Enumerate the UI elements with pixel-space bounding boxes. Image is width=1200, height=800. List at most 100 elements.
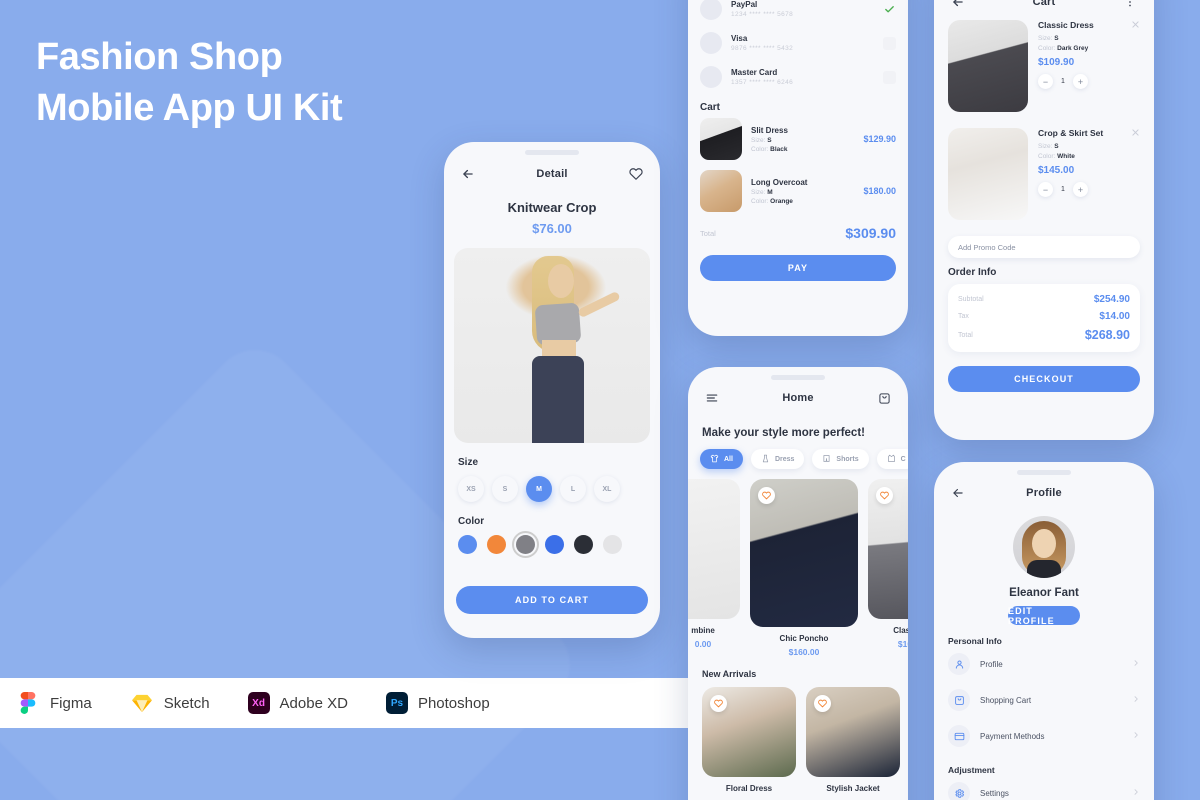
total-value: $309.90 [845,225,896,241]
paypal-icon [700,0,722,20]
arrow-left-icon[interactable] [948,483,968,503]
item-color: Dark Grey [1057,45,1089,52]
profile-list-item-settings[interactable]: Settings [934,775,1154,800]
favorite-heart-icon[interactable] [876,487,893,504]
payment-method-row[interactable]: PayPal 1234 **** **** 5678 [688,0,908,26]
product-image [688,479,740,619]
item-color-label: Color: [751,145,769,153]
increase-quantity-button[interactable]: + [1073,182,1088,197]
profile-list-item-shopping-cart[interactable]: Shopping Cart [934,682,1154,718]
quantity-stepper: − 1 + [1038,182,1140,197]
product-name: Classi [893,626,908,635]
user-icon [948,653,970,675]
item-price: $129.90 [863,134,896,144]
arrow-left-icon[interactable] [948,0,968,12]
tshirt-icon [710,454,719,465]
order-row-label: Tax [958,313,969,320]
hamburger-menu-icon[interactable] [702,388,722,408]
item-price: $145.00 [1038,165,1075,176]
heart-icon[interactable] [626,164,646,184]
favorite-heart-icon[interactable] [758,487,775,504]
payment-method-name: PayPal [731,0,758,9]
color-swatch-lightgrey[interactable] [603,535,622,554]
color-swatch-black[interactable] [574,535,593,554]
payment-method-row[interactable]: Visa 9876 **** **** 5432 [688,26,908,60]
profile-list-item-profile[interactable]: Profile [934,646,1154,682]
page-title: Profile [1026,487,1062,499]
product-card[interactable]: Chic Poncho $160.00 [750,479,858,657]
product-name: Stylish Jacket [826,784,880,793]
dress-icon [761,454,770,465]
more-vertical-icon[interactable] [1120,0,1140,12]
cart-line-item: Slit Dress Size: S Color: Black $129.90 [688,113,908,165]
home-headline: Make your style more perfect! [702,427,865,439]
size-option-xl[interactable]: XL [594,476,620,502]
product-image [806,687,900,777]
order-row-value: $14.00 [1099,311,1130,322]
close-icon[interactable] [1131,20,1140,32]
chevron-right-icon [1132,731,1140,741]
category-chip-dress[interactable]: Dress [750,449,805,469]
mastercard-icon [700,66,722,88]
cart-header: Cart [934,0,1154,12]
add-to-cart-button[interactable]: ADD TO CART [456,586,648,614]
product-card[interactable]: Stylish Jacket [806,687,900,793]
edit-profile-button[interactable]: EDIT PROFILE [1008,606,1080,626]
favorite-heart-icon[interactable] [710,695,727,712]
color-swatch-orange[interactable] [487,535,506,554]
arrow-left-icon[interactable] [458,164,478,184]
size-option-xs[interactable]: XS [458,476,484,502]
profile-name: Eleanor Fant [1009,587,1079,599]
size-option-l[interactable]: L [560,476,586,502]
category-chip-shorts[interactable]: Shorts [812,449,869,469]
promo-code-input[interactable]: Add Promo Code [948,236,1140,258]
item-color-label: Color: [1038,153,1056,160]
checkout-button[interactable]: CHECKOUT [948,366,1140,392]
hero-line-2: Mobile App UI Kit [36,87,343,129]
sketch-icon [130,691,154,715]
product-card[interactable]: mbine 0.00 [688,479,740,649]
featured-products-carousel[interactable]: mbine 0.00 Chic Poncho $160.00 Clas $1 [688,469,908,657]
phone-screen-cart: Cart Classic Dress Size: S Color: Dark G… [934,0,1154,440]
check-icon[interactable] [883,3,896,16]
payment-method-row[interactable]: Master Card 1357 **** **** 6246 [688,60,908,94]
item-size: M [767,188,773,196]
coat-icon [887,454,896,465]
cart-line-item: Classic Dress Size: S Color: Dark Grey $… [934,12,1154,120]
size-label: Size [458,457,479,468]
decrease-quantity-button[interactable]: − [1038,74,1053,89]
close-icon[interactable] [1131,128,1140,140]
size-selector: XS S M L XL [444,468,660,502]
ui-kit-poster: Fashion Shop Mobile App UI Kit Figma Ske… [0,0,1200,800]
order-row-label: Total [958,331,973,339]
product-card[interactable]: Floral Dress [702,687,796,793]
category-chip-coat[interactable]: C [876,449,908,469]
size-option-m[interactable]: M [526,476,552,502]
checkbox[interactable] [883,36,896,50]
tool-adobe-xd: Xd Adobe XD [247,692,348,714]
product-price: $160.00 [788,647,820,657]
increase-quantity-button[interactable]: + [1073,74,1088,89]
category-chip-label: C [900,455,906,463]
item-name: Slit Dress [751,125,788,135]
cart-section-label: Cart [700,102,721,113]
color-swatch-royal[interactable] [545,535,564,554]
size-option-s[interactable]: S [492,476,518,502]
color-swatch-grey[interactable] [512,531,539,558]
shopping-bag-icon [948,689,970,711]
color-swatch-blue[interactable] [458,535,477,554]
shopping-bag-icon[interactable] [874,388,894,408]
favorite-heart-icon[interactable] [814,695,831,712]
checkbox[interactable] [883,70,896,84]
category-chip-all[interactable]: All [700,449,743,469]
profile-list-item-payment-methods[interactable]: Payment Methods [934,718,1154,754]
phone-screen-profile: Profile Eleanor Fant EDIT PROFILE Person… [934,462,1154,800]
product-card[interactable]: Classi $10 [868,479,908,649]
payment-method-number: 1357 **** **** 6246 [731,79,794,86]
decrease-quantity-button[interactable]: − [1038,182,1053,197]
order-row-tax: Tax $14.00 [958,308,1130,325]
pay-button[interactable]: PAY [700,255,896,281]
list-item-label: Profile [980,659,1003,669]
detail-header: Detail [444,154,660,194]
tool-adobe-xd-label: Adobe XD [279,694,348,712]
